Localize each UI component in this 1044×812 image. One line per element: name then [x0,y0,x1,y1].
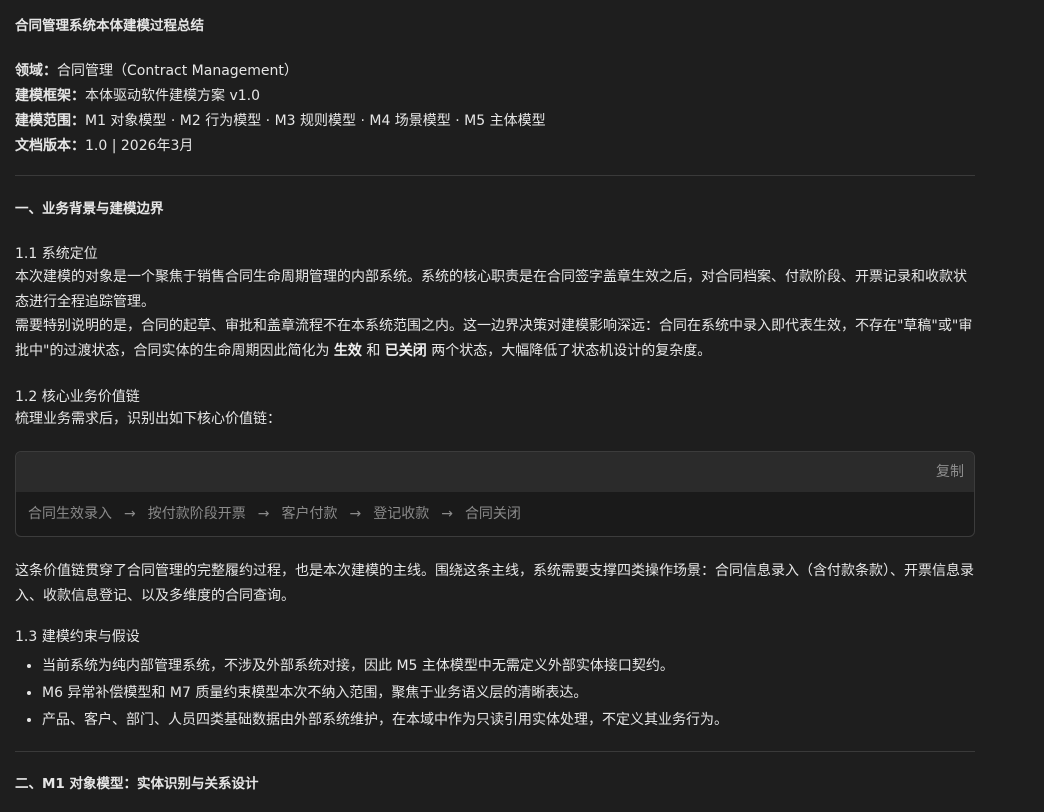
list-item: 当前系统为纯内部管理系统，不涉及外部系统对接，因此 M5 主体模型中无需定义外部… [42,653,975,680]
document-meta: 领域：合同管理（Contract Management） 建模框架：本体驱动软件… [15,59,975,159]
meta-domain: 领域：合同管理（Contract Management） [15,59,975,84]
constraints-list: 当前系统为纯内部管理系统，不涉及外部系统对接，因此 M5 主体模型中无需定义外部… [15,653,975,734]
state-active: 生效 [333,342,362,359]
value-chain: 合同生效录入 → 按付款阶段开票 → 客户付款 → 登记收款 → 合同关闭 [16,492,974,536]
meta-value: 本体驱动软件建模方案 v1.0 [85,88,260,104]
list-item: M6 异常补偿模型和 M7 质量约束模型本次不纳入范围，聚焦于业务语义层的清晰表… [42,680,975,707]
paragraph-chain-description: 这条价值链贯穿了合同管理的完整履约过程，也是本次建模的主线。围绕这条主线，系统需… [15,563,974,604]
code-block-header: 复制 [16,452,974,492]
divider [15,751,975,752]
document-title: 合同管理系统本体建模过程总结 [15,18,204,34]
meta-value: 合同管理（Contract Management） [57,63,298,79]
meta-value: M1 对象模型 · M2 行为模型 · M3 规则模型 · M4 场景模型 · … [85,113,546,129]
code-block: 复制 合同生效录入 → 按付款阶段开票 → 客户付款 → 登记收款 → 合同关闭 [15,451,975,537]
chain-step: 登记收款 [373,506,430,522]
section-heading-1: 一、业务背景与建模边界 [15,201,164,217]
arrow-icon: → [124,506,136,522]
paragraph-boundary: 需要特别说明的是，合同的起草、审批和盖章流程不在本系统范围之内。这一边界决策对建… [15,314,975,363]
arrow-icon: → [441,506,453,522]
meta-value: 1.0 | 2026年3月 [85,138,194,154]
chain-step: 合同生效录入 [28,506,112,522]
divider [15,175,975,176]
chain-step: 客户付款 [281,506,338,522]
meta-key: 文档版本： [15,138,85,154]
meta-key: 建模框架： [15,88,85,104]
arrow-icon: → [257,506,270,522]
paragraph-positioning: 本次建模的对象是一个聚焦于销售合同生命周期管理的内部系统。系统的核心职责是在合同… [15,269,967,310]
meta-key: 建模范围： [15,113,85,129]
meta-framework: 建模框架：本体驱动软件建模方案 v1.0 [15,84,975,109]
paragraph-text: 和 [361,342,385,359]
subsection-heading-1-2: 1.2 核心业务价值链 [15,389,140,405]
subsection-heading-1-3: 1.3 建模约束与假设 [15,629,140,645]
chain-step: 按付款阶段开票 [147,506,246,522]
section-heading-2: 二、M1 对象模型：实体识别与关系设计 [15,776,259,792]
arrow-icon: → [349,506,362,522]
paragraph-text: 两个状态，大幅降低了状态机设计的复杂度。 [426,342,712,359]
subsection-heading-1-1: 1.1 系统定位 [15,246,98,262]
chain-step: 合同关闭 [464,506,521,522]
meta-key: 领域： [15,63,57,79]
list-item: 产品、客户、部门、人员四类基础数据由外部系统维护，在本域中作为只读引用实体处理，… [42,707,975,734]
copy-button[interactable]: 复制 [936,461,964,483]
document: 合同管理系统本体建模过程总结 领域：合同管理（Contract Manageme… [0,14,975,796]
meta-version: 文档版本：1.0 | 2026年3月 [15,134,975,159]
state-closed: 已关闭 [384,342,427,359]
meta-scope: 建模范围：M1 对象模型 · M2 行为模型 · M3 规则模型 · M4 场景… [15,109,975,134]
paragraph-chain-intro: 梳理业务需求后，识别出如下核心价值链： [15,411,281,427]
